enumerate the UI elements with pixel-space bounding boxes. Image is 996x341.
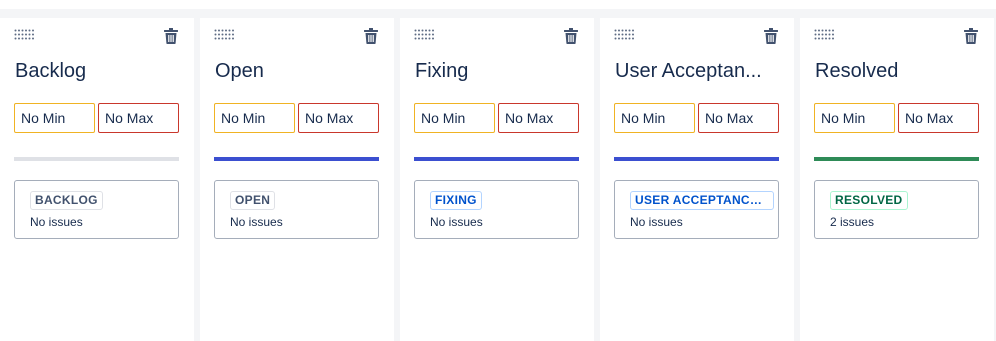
column-title[interactable]: User Acceptan...: [615, 59, 765, 83]
board-columns: Backlog BACKLOG No issues Open: [0, 18, 996, 341]
drag-handle-icon[interactable]: [414, 29, 434, 40]
status-category-bar: [214, 157, 379, 161]
column-backlog: Backlog BACKLOG No issues: [0, 18, 194, 341]
status-lozenge: FIXING: [430, 191, 482, 210]
trash-icon[interactable]: [564, 28, 578, 44]
status-lozenge: USER ACCEPTANCE ...: [630, 191, 774, 210]
min-limit-input[interactable]: [814, 103, 895, 133]
status-card[interactable]: OPEN No issues: [214, 180, 379, 239]
trash-icon[interactable]: [364, 28, 378, 44]
column-resolved: Resolved RESOLVED 2 issues: [800, 18, 994, 341]
drag-handle-icon[interactable]: [14, 29, 34, 40]
status-lozenge: OPEN: [230, 191, 276, 210]
status-lozenge: RESOLVED: [830, 191, 908, 210]
max-limit-input[interactable]: [498, 103, 579, 133]
min-limit-input[interactable]: [614, 103, 695, 133]
max-limit-input[interactable]: [298, 103, 379, 133]
status-category-bar: [614, 157, 779, 161]
min-limit-input[interactable]: [14, 103, 95, 133]
status-category-bar: [814, 157, 979, 161]
column-user-acceptance: User Acceptan... USER ACCEPTANCE ... No …: [600, 18, 794, 341]
status-card[interactable]: FIXING No issues: [414, 180, 579, 239]
trash-icon[interactable]: [764, 28, 778, 44]
column-title[interactable]: Open: [215, 59, 365, 83]
trash-icon[interactable]: [964, 28, 978, 44]
min-limit-input[interactable]: [214, 103, 295, 133]
status-category-bar: [414, 157, 579, 161]
issue-count: No issues: [630, 215, 683, 229]
issue-count: No issues: [30, 215, 83, 229]
min-limit-input[interactable]: [414, 103, 495, 133]
status-card[interactable]: RESOLVED 2 issues: [814, 180, 979, 239]
drag-handle-icon[interactable]: [814, 29, 834, 40]
column-open: Open OPEN No issues: [200, 18, 394, 341]
column-fixing: Fixing FIXING No issues: [400, 18, 594, 341]
top-bar: [0, 0, 996, 9]
status-lozenge: BACKLOG: [30, 191, 103, 210]
status-card[interactable]: BACKLOG No issues: [14, 180, 179, 239]
status-card[interactable]: USER ACCEPTANCE ... No issues: [614, 180, 779, 239]
column-title[interactable]: Backlog: [15, 59, 165, 83]
drag-handle-icon[interactable]: [614, 29, 634, 40]
column-title[interactable]: Fixing: [415, 59, 565, 83]
max-limit-input[interactable]: [898, 103, 979, 133]
drag-handle-icon[interactable]: [214, 29, 234, 40]
issue-count: No issues: [430, 215, 483, 229]
issue-count: 2 issues: [830, 215, 875, 229]
status-category-bar: [14, 157, 179, 161]
column-title[interactable]: Resolved: [815, 59, 965, 83]
max-limit-input[interactable]: [98, 103, 179, 133]
max-limit-input[interactable]: [698, 103, 779, 133]
trash-icon[interactable]: [164, 28, 178, 44]
issue-count: No issues: [230, 215, 283, 229]
